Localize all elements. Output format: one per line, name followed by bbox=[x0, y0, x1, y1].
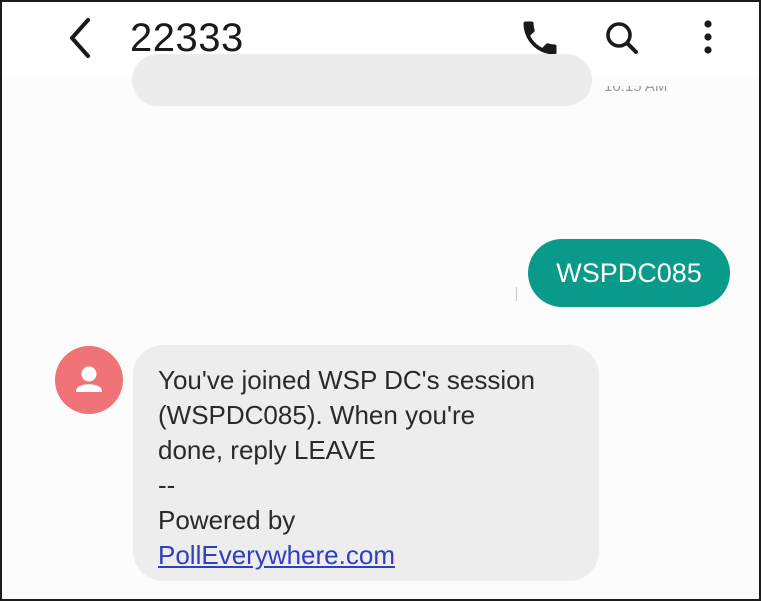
message-line: (WSPDC085). When you're bbox=[158, 400, 476, 430]
message-line: Powered by bbox=[158, 505, 296, 535]
search-icon bbox=[606, 22, 638, 54]
sent-indicator bbox=[516, 287, 517, 301]
previous-message-bubble[interactable] bbox=[132, 54, 592, 106]
message-line: done, reply LEAVE bbox=[158, 435, 376, 465]
polleverywhere-link[interactable]: PollEverywhere.com bbox=[158, 540, 395, 570]
message-line: -- bbox=[158, 470, 176, 500]
back-button[interactable] bbox=[60, 14, 104, 62]
message-line: You've joined WSP DC's session bbox=[158, 365, 536, 395]
more-vertical-icon bbox=[704, 20, 712, 54]
sender-avatar[interactable] bbox=[55, 346, 123, 414]
person-icon bbox=[76, 366, 102, 392]
messages-screen: 22333 10:15 AM WSPDC085 You've joined WS… bbox=[0, 0, 761, 601]
incoming-message-text: You've joined WSP DC's session (WSPDC085… bbox=[158, 363, 588, 573]
message-timestamp: 10:15 AM bbox=[604, 86, 668, 95]
incoming-message-bubble[interactable]: You've joined WSP DC's session (WSPDC085… bbox=[133, 345, 599, 581]
back-chevron-icon bbox=[70, 18, 90, 58]
search-button[interactable] bbox=[600, 16, 644, 60]
outgoing-message-bubble[interactable]: WSPDC085 bbox=[528, 239, 730, 307]
more-options-button[interactable] bbox=[686, 16, 730, 60]
